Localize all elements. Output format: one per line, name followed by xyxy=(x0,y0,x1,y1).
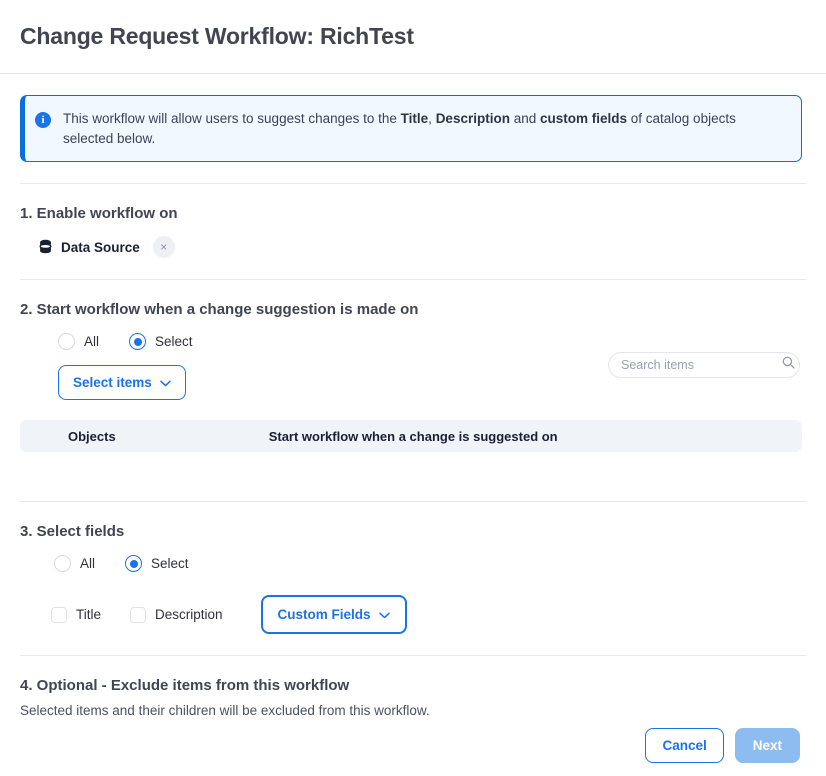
close-icon[interactable]: × xyxy=(152,236,175,259)
column-header-objects: Objects xyxy=(68,428,116,444)
next-button[interactable]: Next xyxy=(734,728,800,763)
search-input[interactable] xyxy=(621,358,782,372)
section-1-title: 1. Enable workflow on xyxy=(20,205,178,223)
checkbox-label: Title xyxy=(76,607,102,623)
divider-3 xyxy=(20,501,806,503)
search-items-box[interactable] xyxy=(608,352,800,378)
database-icon xyxy=(38,239,53,255)
banner-bold-description: Description xyxy=(435,111,510,126)
fields-checkbox-group: Title Description Custom Fields xyxy=(51,595,806,635)
banner-text-3: and xyxy=(509,111,540,126)
radio-option-all-fields[interactable]: All xyxy=(54,555,96,573)
radio-indicator xyxy=(125,555,143,573)
radio-label: Select xyxy=(151,556,189,572)
select-items-label: Select items xyxy=(73,375,152,391)
info-icon: i xyxy=(35,112,51,128)
banner-bold-custom-fields: custom fields xyxy=(539,111,628,126)
objects-table-body xyxy=(20,452,806,480)
section-4-title: 4. Optional - Exclude items from this wo… xyxy=(20,677,350,695)
section-3-title: 3. Select fields xyxy=(20,523,125,541)
main-content: i This workflow will allow users to sugg… xyxy=(0,75,826,715)
divider-4 xyxy=(20,655,806,657)
data-source-chip[interactable]: Data Source × xyxy=(38,236,806,259)
radio-indicator xyxy=(54,555,71,573)
chevron-down-icon xyxy=(378,607,390,622)
cancel-button[interactable]: Cancel xyxy=(645,728,724,763)
page-header: Change Request Workflow: RichTest xyxy=(0,0,826,74)
radio-label: All xyxy=(80,556,96,572)
checkbox-indicator xyxy=(130,606,147,623)
radio-option-select-fields[interactable]: Select xyxy=(125,555,189,573)
section-4-subtitle: Selected items and their children will b… xyxy=(20,703,430,715)
divider-1 xyxy=(20,183,806,185)
radio-option-select-objects[interactable]: Select xyxy=(129,333,193,351)
info-banner-text: This workflow will allow users to sugges… xyxy=(63,109,787,148)
custom-fields-button[interactable]: Custom Fields xyxy=(260,595,407,635)
search-icon[interactable] xyxy=(782,356,795,374)
objects-table-header: Objects Start workflow when a change is … xyxy=(20,420,802,453)
chevron-down-icon xyxy=(160,375,171,390)
checkbox-indicator xyxy=(51,606,67,623)
divider-2 xyxy=(20,279,806,281)
section-2-radio-group: All Select xyxy=(58,333,806,351)
radio-option-all-objects[interactable]: All xyxy=(58,333,100,351)
radio-label: Select xyxy=(155,334,193,350)
custom-fields-label: Custom Fields xyxy=(277,607,371,623)
checkbox-description[interactable]: Description xyxy=(130,606,223,623)
banner-bold-title: Title xyxy=(400,111,429,126)
page-title: Change Request Workflow: RichTest xyxy=(20,22,414,49)
footer-actions: Cancel Next xyxy=(0,715,826,776)
radio-indicator xyxy=(129,333,147,351)
info-banner: i This workflow will allow users to sugg… xyxy=(20,95,802,163)
checkbox-label: Description xyxy=(155,607,223,623)
banner-text-1: This workflow will allow users to sugges… xyxy=(63,111,401,126)
radio-indicator xyxy=(58,333,75,351)
column-header-start-workflow: Start workflow when a change is suggeste… xyxy=(268,428,558,444)
select-items-button[interactable]: Select items xyxy=(58,365,186,401)
banner-text-2: , xyxy=(428,111,436,126)
section-2-title: 2. Start workflow when a change suggesti… xyxy=(20,301,419,319)
checkbox-title[interactable]: Title xyxy=(51,606,102,623)
radio-label: All xyxy=(84,334,100,350)
chip-label: Data Source xyxy=(61,239,140,255)
section-3-radio-group: All Select xyxy=(54,555,806,573)
